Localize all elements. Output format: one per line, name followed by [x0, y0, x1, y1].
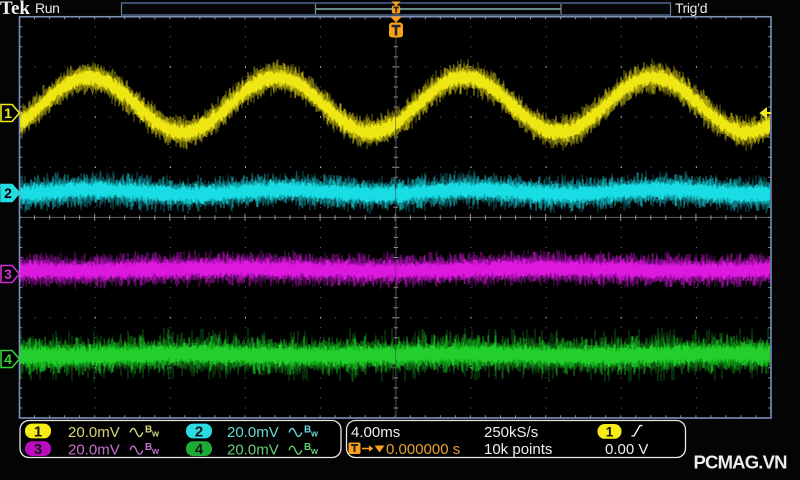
svg-text:w: w — [151, 446, 160, 456]
svg-text:2: 2 — [4, 185, 12, 201]
svg-text:2: 2 — [195, 424, 203, 441]
svg-text:20.0mV: 20.0mV — [227, 424, 279, 441]
svg-text:w: w — [310, 429, 319, 439]
svg-text:Tek: Tek — [0, 0, 30, 19]
svg-text:PCMAG.VN: PCMAG.VN — [694, 452, 788, 473]
svg-text:4.00ms: 4.00ms — [351, 424, 400, 441]
svg-text:w: w — [310, 446, 319, 456]
svg-text:1: 1 — [606, 424, 614, 440]
svg-text:Trig’d: Trig’d — [675, 0, 707, 16]
svg-text:4: 4 — [195, 441, 204, 458]
svg-text:20.0mV: 20.0mV — [68, 442, 120, 459]
svg-text:3: 3 — [34, 441, 42, 458]
svg-text:1: 1 — [4, 105, 12, 121]
svg-text:0.000000 s: 0.000000 s — [386, 441, 460, 458]
svg-text:Run: Run — [35, 0, 59, 16]
svg-text:20.0mV: 20.0mV — [227, 442, 279, 459]
svg-text:w: w — [151, 429, 160, 439]
svg-text:1: 1 — [34, 424, 42, 441]
svg-text:0.00 V: 0.00 V — [605, 441, 648, 458]
svg-text:3: 3 — [4, 266, 12, 282]
svg-text:250kS/s: 250kS/s — [484, 424, 538, 441]
svg-text:10k points: 10k points — [484, 441, 552, 458]
svg-text:20.0mV: 20.0mV — [68, 424, 120, 441]
svg-text:4: 4 — [4, 351, 12, 367]
